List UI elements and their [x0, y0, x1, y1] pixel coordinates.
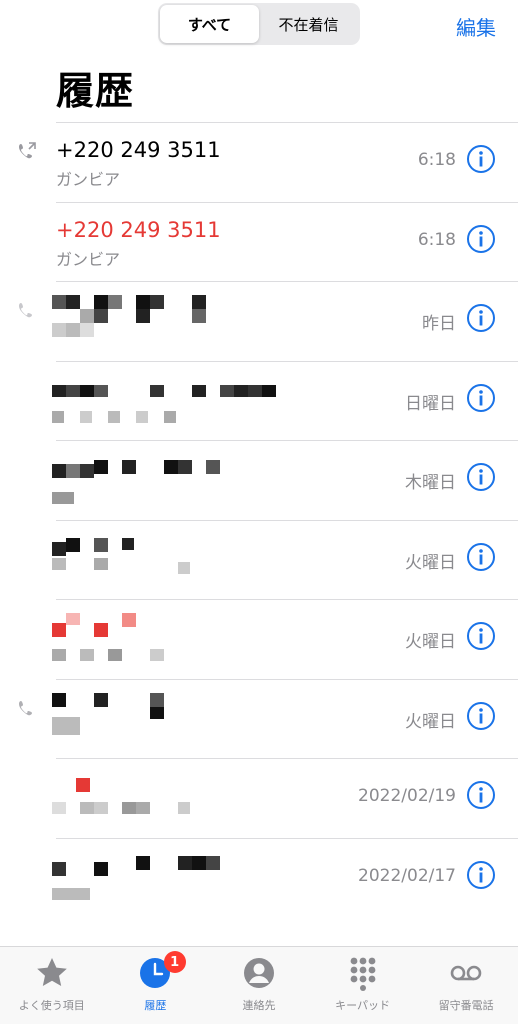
call-time: 木曜日: [405, 473, 456, 493]
tab-label: キーパッド: [335, 999, 391, 1012]
missed-count-badge: 1: [163, 951, 186, 973]
segment-all[interactable]: すべて: [160, 5, 259, 43]
call-time: 火曜日: [405, 632, 456, 652]
outgoing-call-icon: [19, 700, 32, 715]
row-divider: [56, 678, 518, 680]
edit-button[interactable]: 編集: [456, 12, 496, 41]
call-label: ガンビア: [56, 170, 121, 189]
redacted-contact: [52, 692, 282, 749]
tab-bar: よく使う項目 1 履歴 連絡先 キーパッド 留守番電話: [0, 946, 518, 1024]
info-icon[interactable]: [466, 303, 496, 333]
page-title: 履歴: [56, 69, 135, 113]
tab-recents[interactable]: 1 履歴: [104, 947, 208, 1024]
info-icon[interactable]: [466, 701, 496, 731]
outgoing-call-icon: [19, 303, 32, 318]
call-row[interactable]: 木曜日: [0, 440, 518, 520]
call-time: 2022/02/17: [358, 865, 456, 886]
info-icon[interactable]: [466, 462, 496, 492]
call-row[interactable]: 昨日: [0, 281, 518, 361]
redacted-contact: [52, 852, 282, 908]
call-row[interactable]: 火曜日: [0, 599, 518, 679]
top-bar: すべて 不在着信 編集: [0, 0, 518, 52]
call-time: 昨日: [422, 314, 456, 334]
row-divider: [56, 599, 518, 600]
call-row[interactable]: 火曜日: [0, 519, 518, 600]
row-divider: [56, 519, 518, 521]
redacted-contact: [52, 613, 282, 669]
tab-label: 連絡先: [242, 999, 276, 1012]
call-row[interactable]: +220 249 3511 ガンビア 6:18: [0, 122, 518, 202]
info-icon[interactable]: [466, 542, 496, 572]
tab-label: 履歴: [144, 999, 167, 1012]
tab-keypad[interactable]: キーパッド: [311, 947, 415, 1024]
call-label: ガンビア: [56, 249, 121, 269]
voicemail-icon: [450, 965, 482, 981]
call-row[interactable]: 2022/02/17: [0, 837, 518, 918]
recents-list: +220 249 3511 ガンビア 6:18 +220 249 3511 ガン…: [0, 122, 518, 917]
star-icon: [36, 958, 67, 986]
redacted-contact: [52, 534, 282, 590]
info-icon[interactable]: [466, 621, 496, 651]
call-row[interactable]: 2022/02/19: [0, 758, 518, 838]
caller-number: +220 249 3511: [56, 138, 221, 162]
call-row[interactable]: +220 249 3511 ガンビア 6:18: [0, 201, 518, 282]
info-icon[interactable]: [466, 224, 496, 254]
call-time: 火曜日: [405, 711, 456, 732]
call-row[interactable]: 火曜日: [0, 678, 518, 759]
row-divider: [56, 360, 518, 362]
redacted-contact: [52, 772, 282, 828]
call-time: 6:18: [417, 150, 456, 170]
tab-voicemail[interactable]: 留守番電話: [414, 947, 518, 1024]
row-divider: [56, 201, 518, 203]
call-time: 日曜日: [405, 393, 456, 414]
tab-favorites[interactable]: よく使う項目: [0, 947, 104, 1024]
row-divider: [56, 281, 518, 282]
row-divider: [56, 837, 518, 839]
tab-label: 留守番電話: [438, 999, 494, 1012]
info-icon[interactable]: [466, 860, 496, 890]
call-time: 2022/02/19: [358, 786, 456, 806]
keypad-icon: [350, 957, 375, 991]
call-time: 6:18: [417, 229, 456, 250]
row-divider: [56, 122, 518, 123]
info-icon[interactable]: [466, 780, 496, 810]
info-icon[interactable]: [466, 383, 496, 413]
redacted-contact: [52, 454, 282, 510]
redacted-contact: [52, 295, 282, 351]
info-icon[interactable]: [466, 144, 496, 174]
call-row[interactable]: 日曜日: [0, 360, 518, 441]
segment-missed[interactable]: 不在着信: [259, 5, 358, 43]
call-filter-segmented-control[interactable]: すべて 不在着信: [158, 3, 360, 45]
row-divider: [56, 758, 518, 759]
redacted-contact: [52, 375, 282, 431]
row-divider: [56, 440, 518, 441]
tab-contacts[interactable]: 連絡先: [207, 947, 311, 1024]
tab-label: よく使う項目: [18, 999, 85, 1012]
call-time: 火曜日: [405, 552, 456, 573]
person-icon: [243, 958, 274, 988]
caller-number: +220 249 3511: [56, 217, 221, 242]
outgoing-call-icon: [19, 142, 36, 159]
